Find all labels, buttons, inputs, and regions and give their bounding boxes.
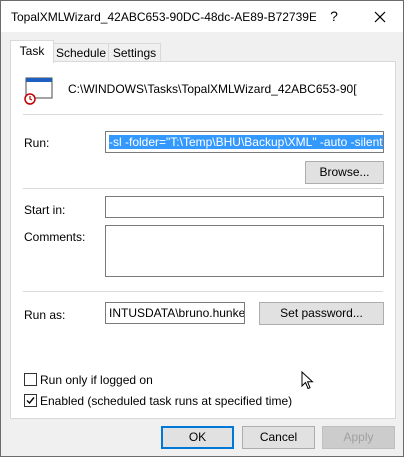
mouse-pointer-icon [301, 371, 314, 390]
run-as-label: Run as: [24, 308, 66, 322]
run-label: Run: [24, 136, 50, 150]
ok-button[interactable]: OK [161, 426, 234, 449]
apply-button[interactable]: Apply [322, 426, 395, 449]
comments-input[interactable] [105, 225, 384, 277]
scheduled-task-icon [24, 77, 53, 105]
run-as-input[interactable]: INTUSDATA\bruno.hunkele [105, 302, 245, 324]
task-path: C:\WINDOWS\Tasks\TopalXMLWizard_42ABC653… [68, 82, 357, 96]
cancel-button[interactable]: Cancel [242, 426, 315, 449]
browse-button[interactable]: Browse... [305, 161, 384, 184]
separator [23, 188, 383, 189]
help-button[interactable]: ? [319, 1, 349, 32]
run-only-logged-on-label[interactable]: Run only if logged on [40, 373, 153, 387]
set-password-button[interactable]: Set password... [259, 302, 384, 325]
checkmark-icon [26, 397, 35, 405]
run-input[interactable]: -sl -folder="T:\Temp\BHU\Backup\XML" -au… [105, 131, 384, 153]
tab-schedule[interactable]: Schedule [53, 43, 109, 62]
title-bar: TopalXMLWizard_42ABC653-90DC-48dc-AE89-B… [1, 1, 403, 32]
close-button[interactable] [363, 1, 397, 32]
close-icon [374, 11, 386, 23]
comments-label: Comments: [24, 230, 86, 244]
separator [23, 114, 383, 115]
task-properties-dialog: TopalXMLWizard_42ABC653-90DC-48dc-AE89-B… [0, 0, 404, 457]
enabled-label[interactable]: Enabled (scheduled task runs at specifie… [40, 394, 292, 408]
run-input-text: -sl -folder="T:\Temp\BHU\Backup\XML" -au… [109, 135, 383, 149]
run-only-logged-on-checkbox[interactable] [24, 373, 37, 386]
start-in-input[interactable] [105, 196, 384, 218]
window-title: TopalXMLWizard_42ABC653-90DC-48dc-AE89-B… [11, 10, 316, 24]
tab-settings[interactable]: Settings [108, 43, 161, 62]
tab-task[interactable]: Task [10, 40, 54, 63]
start-in-label: Start in: [24, 203, 66, 217]
separator [23, 291, 383, 292]
task-tab-panel: C:\WINDOWS\Tasks\TopalXMLWizard_42ABC653… [10, 61, 396, 419]
enabled-checkbox[interactable] [24, 394, 37, 407]
